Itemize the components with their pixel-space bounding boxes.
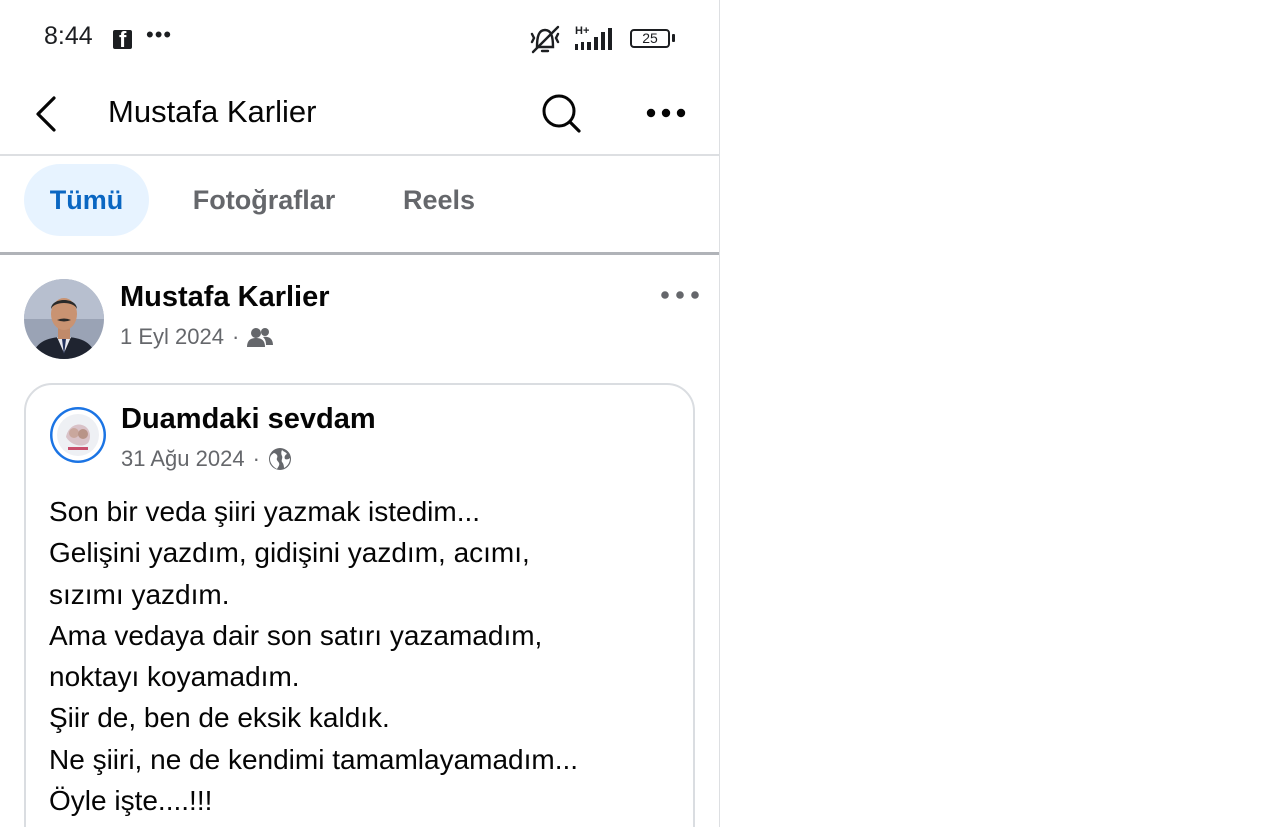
status-time: 8:44 — [44, 22, 93, 50]
post-text-line: Ama vedaya dair son satırı yazamadım, — [49, 619, 543, 651]
tab-all[interactable]: Tümü — [24, 164, 149, 236]
page-profile-photo — [50, 407, 106, 463]
vibrate-off-icon — [530, 25, 560, 54]
shared-post-meta: 31 Ağu 2024 · — [121, 446, 292, 472]
back-button[interactable] — [30, 92, 66, 136]
tab-reels[interactable]: Reels — [388, 164, 490, 236]
filter-tabs: Tümü Fotoğraflar Reels — [0, 156, 719, 255]
battery-tip — [672, 34, 675, 42]
meta-separator: · — [231, 324, 240, 349]
post-text-line: noktayı koyamadım. — [49, 661, 300, 693]
friends-icon[interactable] — [247, 326, 274, 348]
search-icon — [542, 94, 581, 133]
network-type-label: H+ — [575, 25, 589, 37]
meta-separator: · — [252, 446, 260, 471]
profile-photo — [24, 279, 104, 359]
top-app-bar: Mustafa Karlier — [0, 78, 719, 156]
author-avatar[interactable] — [24, 279, 104, 359]
post-text-line: Son bir veda şiiri yazmak istedim... — [49, 496, 481, 527]
post-date[interactable]: 1 Eyl 2024 — [120, 324, 224, 350]
tab-photos[interactable]: Fotoğraflar — [176, 164, 352, 236]
battery-icon: 25 — [630, 29, 670, 48]
facebook-notification-icon: f — [113, 27, 132, 52]
shared-post-card[interactable]: Duamdaki sevdam 31 Ağu 2024 · Son bir ve… — [24, 383, 695, 827]
post-options-button[interactable] — [658, 283, 702, 307]
post-text-line: Ne şiiri, ne de kendimi tamamlayamadım..… — [49, 743, 579, 775]
more-notifications-icon: ••• — [146, 22, 173, 47]
post-text-line: Öyle işte....!!! — [49, 785, 213, 817]
shared-page-name[interactable]: Duamdaki sevdam — [121, 403, 376, 436]
globe-icon[interactable] — [268, 447, 292, 471]
phone-screen: 8:44 f ••• H+ 25 Mustafa Karlier Tümü Fo… — [0, 0, 720, 827]
more-options-button[interactable] — [642, 90, 690, 136]
post-text-line: Şiir de, ben de eksik kaldık. — [49, 702, 390, 734]
shared-post-date[interactable]: 31 Ağu 2024 — [121, 446, 245, 472]
post-author-name[interactable]: Mustafa Karlier — [120, 281, 330, 314]
signal-icon: H+ — [575, 25, 612, 50]
search-button[interactable] — [538, 90, 584, 136]
shared-post-text: Son bir veda şiiri yazmak istedim... Gel… — [49, 491, 679, 821]
page-title: Mustafa Karlier — [108, 94, 317, 129]
post-text-line: sızımı yazdım. — [49, 578, 230, 610]
back-arrow-icon — [36, 96, 56, 132]
post-meta: 1 Eyl 2024 · — [120, 324, 274, 350]
more-dots-icon — [646, 108, 686, 118]
page-avatar[interactable] — [50, 407, 106, 463]
more-dots-icon — [661, 291, 699, 299]
status-bar: 8:44 f ••• H+ 25 — [0, 0, 719, 78]
post-text-line: Gelişini yazdım, gidişini yazdım, acımı, — [49, 537, 530, 569]
